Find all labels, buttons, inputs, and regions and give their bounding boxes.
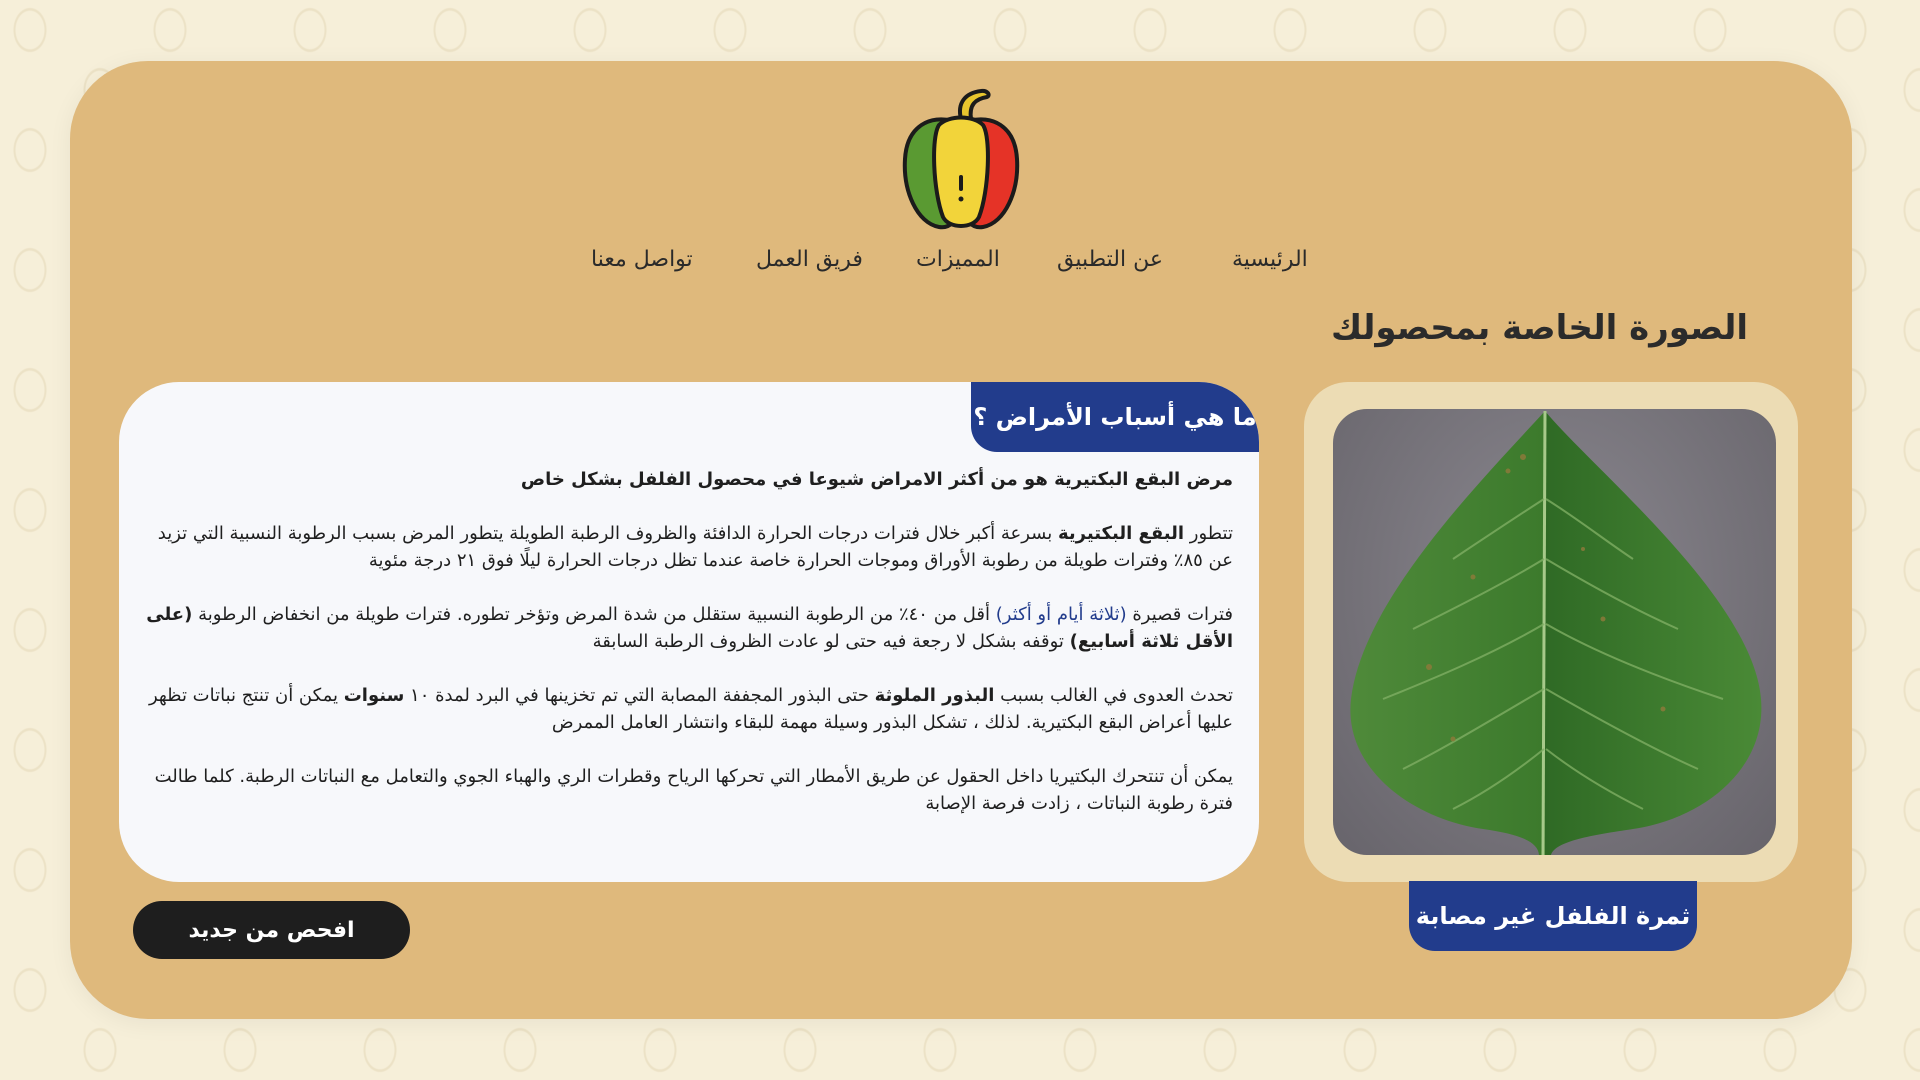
diagnosis-result-label: ثمرة الفلفل غير مصابة — [1409, 881, 1697, 951]
info-card-title: ما هي أسباب الأمراض ؟ — [971, 382, 1259, 452]
nav-contact[interactable]: تواصل معنا — [591, 247, 693, 272]
nav-features[interactable]: المميزات — [916, 247, 1000, 272]
nav-team[interactable]: فريق العمل — [756, 247, 863, 272]
recheck-button[interactable]: افحص من جديد — [133, 901, 410, 959]
main-card: الرئيسية عن التطبيق المميزات فريق العمل … — [70, 61, 1852, 1019]
crop-leaf-image — [1333, 409, 1776, 855]
pepper-logo-icon — [895, 81, 1025, 231]
info-paragraph: مرض البقع البكتيرية هو من أكثر الامراض ش… — [520, 469, 1233, 490]
info-paragraph: تحدث العدوى في الغالب بسبب البذور الملوث… — [148, 685, 1233, 733]
nav-about[interactable]: عن التطبيق — [1057, 247, 1163, 272]
uploaded-image-frame — [1304, 382, 1798, 882]
info-paragraph: تتطور البقع البكتيرية بسرعة أكبر خلال فت… — [157, 523, 1233, 571]
info-paragraph: يمكن أن تنتحرك البكتيريا داخل الحقول عن … — [154, 766, 1233, 814]
nav-home[interactable]: الرئيسية — [1232, 247, 1308, 272]
info-card-body: مرض البقع البكتيرية هو من أكثر الامراض ش… — [143, 466, 1233, 844]
disease-info-card: ما هي أسباب الأمراض ؟ مرض البقع البكتيري… — [119, 382, 1259, 882]
info-paragraph: فترات قصيرة (ثلاثة أيام أو أكثر) أقل من … — [146, 604, 1233, 652]
section-title: الصورة الخاصة بمحصولك — [1330, 308, 1748, 348]
